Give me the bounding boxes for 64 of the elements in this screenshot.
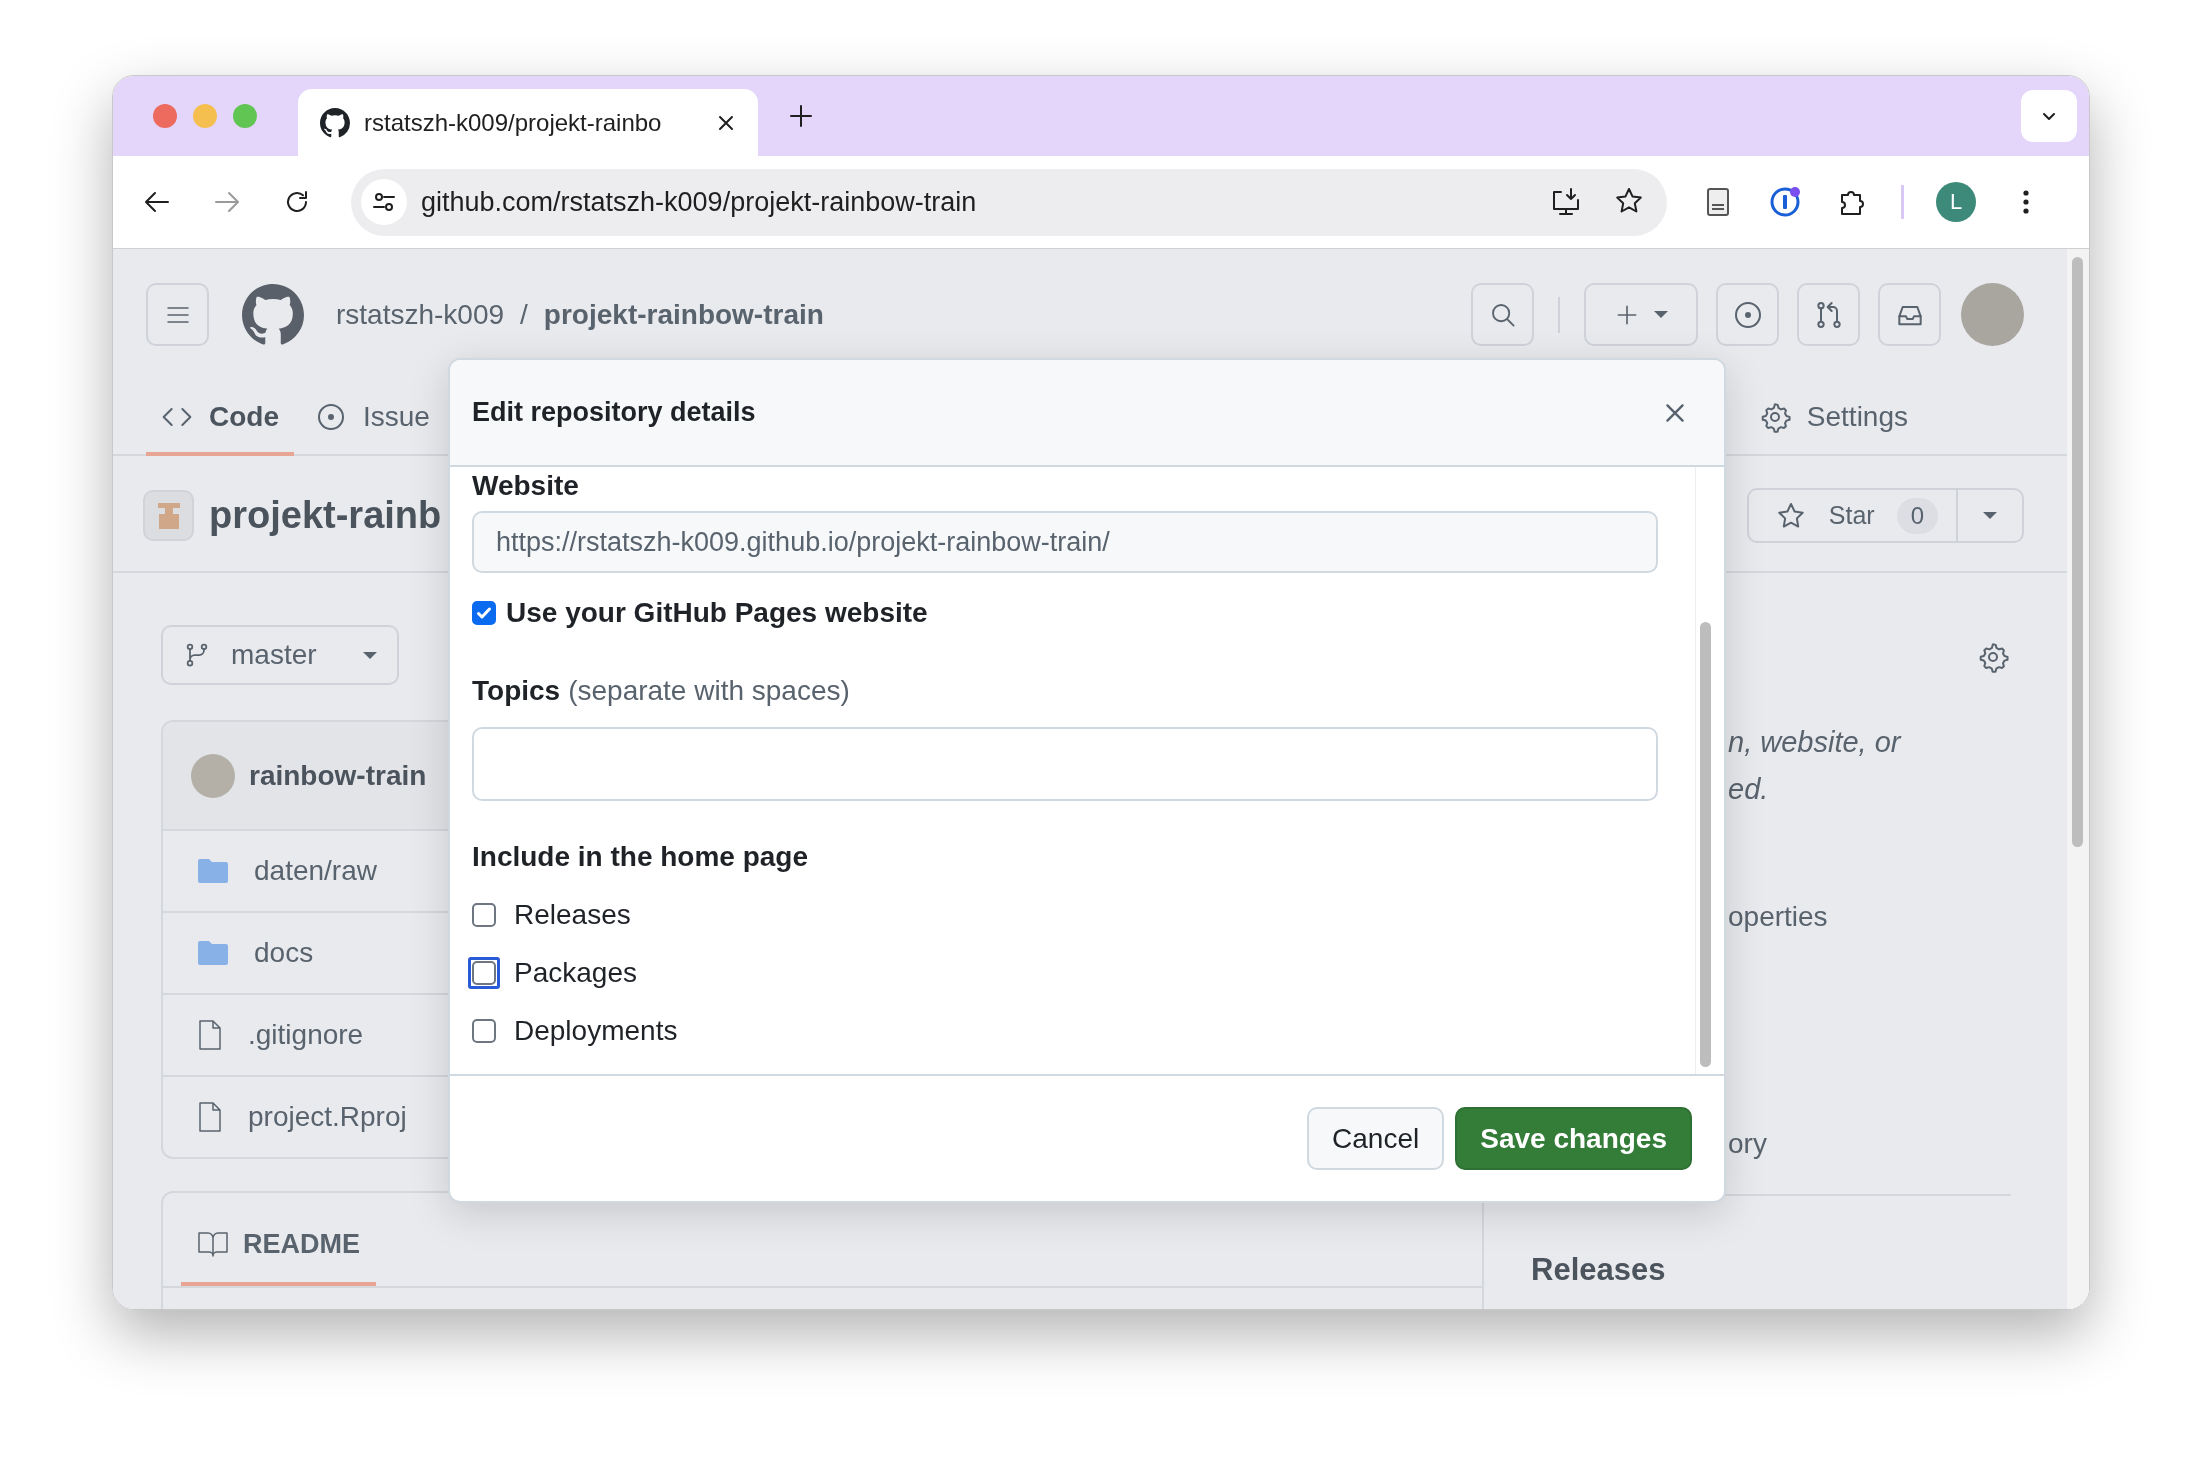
circle-dot-icon [315,401,347,433]
save-button[interactable]: Save changes [1455,1107,1692,1170]
field-label: Topics [472,675,561,707]
profile-avatar[interactable]: L [1936,182,1976,222]
star-count: 0 [1896,497,1938,534]
browser-tab[interactable]: rstatszh-k009/projekt-rainbo [298,89,758,156]
dialog-scrollbar[interactable] [1695,467,1714,1074]
nav-tab[interactable]: Code [146,382,294,456]
caret-icon [1983,512,1997,519]
topics-field[interactable] [472,727,1658,801]
checkbox-label: Packages [514,957,637,989]
checkbox-label: Use your GitHub Pages website [506,597,928,629]
owner-avatar [191,753,235,798]
file-link[interactable]: .gitignore [248,1019,364,1051]
checkbox[interactable] [472,1019,496,1043]
folder-icon [196,857,230,885]
url-text: github.com/rstatszh-k009/projekt-rainbow-train [421,186,977,218]
book-icon [197,1230,229,1258]
page-scrollbar[interactable] [2067,249,2089,1309]
checkbox[interactable] [472,961,496,985]
section-heading: Include in the home page [472,841,810,873]
nav-tab[interactable]: Settings [1743,382,1923,456]
checkbox-label: Releases [514,899,631,931]
owner-link[interactable]: rstatszh-k009 [336,298,505,331]
folder-icon [196,939,230,967]
tab-title: rstatszh-k009/projekt-rainbo [364,108,663,137]
address-bar[interactable]: github.com/rstatszh-k009/projekt-rainbow-train [351,168,1667,236]
issues-button[interactable] [1716,283,1779,346]
nav-tab[interactable]: Issue [300,382,445,456]
path-separator: / [520,298,528,331]
branch-selector[interactable]: master [161,625,399,685]
file-link[interactable]: docs [254,937,314,969]
menu-button[interactable] [146,283,209,346]
checkbox[interactable] [472,601,496,625]
dialog-title: Edit repository details [472,397,756,428]
checkbox-label: Deployments [514,1015,678,1047]
scrollbar-thumb[interactable] [1700,622,1711,1067]
file-link[interactable]: daten/raw [254,855,377,887]
releases-heading[interactable]: Releases [1531,1252,2011,1288]
file-link[interactable]: project.Rproj [248,1101,407,1133]
about-text: ed. [1728,772,1770,807]
repository-title: projekt-rainb [209,494,442,537]
about-text: n, website, or [1728,725,1903,760]
settings-icon[interactable] [1977,641,2009,673]
caret-icon [1654,311,1668,318]
pull-requests-button[interactable] [1797,283,1860,346]
site-info-button[interactable] [361,179,407,225]
search-button[interactable] [1471,283,1534,346]
repository-link[interactable]: projekt-rainbow-train [543,298,824,331]
commit-author[interactable]: rainbow-train [249,759,427,792]
scrollbar-thumb[interactable] [2072,257,2083,847]
github-logo-icon[interactable] [242,283,304,346]
github-mark-icon [320,107,350,138]
website-field[interactable]: https://rstatszh-k009.github.io/projekt-rainbow-train/ [472,511,1658,573]
cancel-button[interactable]: Cancel [1307,1107,1445,1170]
file-icon [196,1018,224,1052]
file-icon [196,1100,224,1134]
plus-icon[interactable] [788,103,814,129]
caret-icon [363,651,377,659]
field-label: Website [472,469,580,503]
field-hint: (separate with spaces) [568,675,850,707]
inbox-button[interactable] [1878,283,1941,346]
readme-tab[interactable]: README [181,1206,376,1286]
checkbox[interactable] [472,903,496,927]
